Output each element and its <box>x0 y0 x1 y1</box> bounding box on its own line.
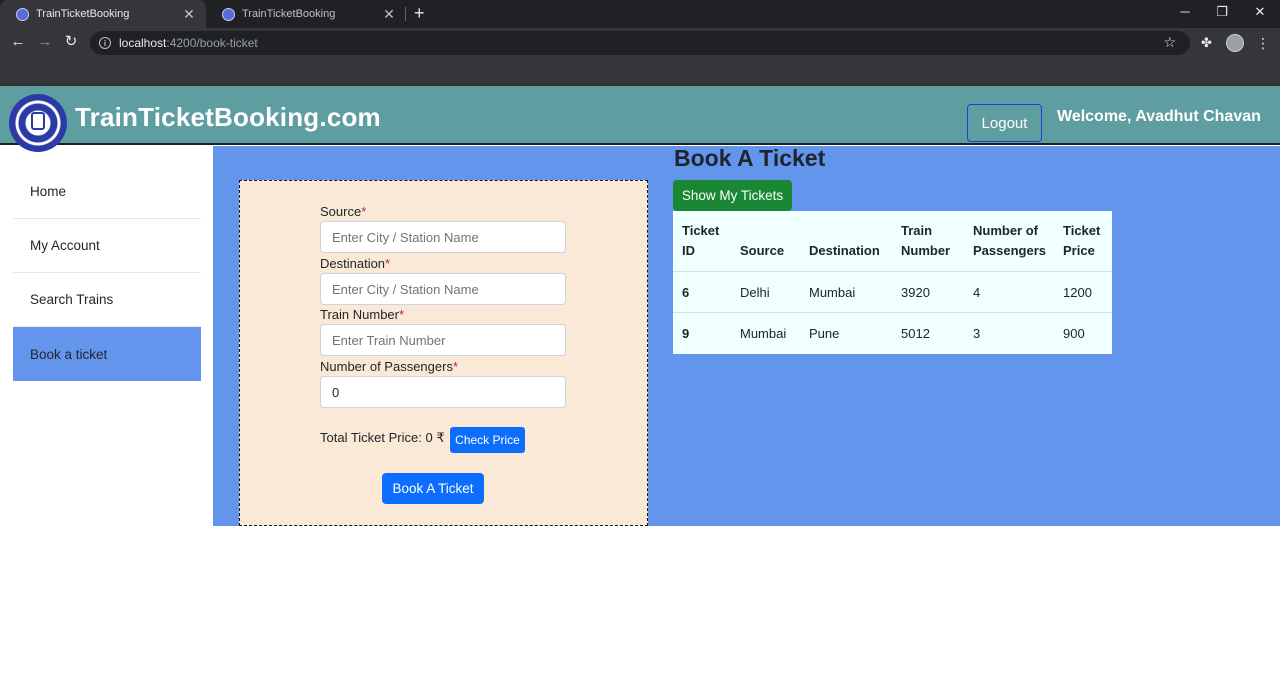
tab-close-icon[interactable]: ✕ <box>382 6 396 23</box>
sidebar-item-search-trains[interactable]: Search Trains <box>13 273 201 327</box>
cell-passengers: 4 <box>964 271 1054 313</box>
source-input[interactable] <box>320 221 566 253</box>
cell-train-number: 5012 <box>901 325 930 341</box>
window-close-icon[interactable]: ✕ <box>1250 4 1270 20</box>
url-host: localhost <box>119 36 167 50</box>
passengers-label: Number of Passengers* <box>320 359 459 374</box>
col-header-destination: Destination <box>800 211 892 272</box>
back-arrow-icon[interactable]: ← <box>9 33 27 51</box>
sidebar-nav: Home My Account Search Trains Book a tic… <box>13 165 201 381</box>
page-title: Book A Ticket <box>674 145 826 171</box>
app-header: TrainTicketBooking.com Logout Welcome, A… <box>0 86 1280 152</box>
logout-button[interactable]: Logout <box>967 104 1042 142</box>
cell-ticket-price: 900 <box>1063 325 1085 341</box>
table-row: 9 Mumbai Pune 5012 3 900 <box>673 313 1112 354</box>
col-header-passengers: Number of Passengers <box>964 211 1054 272</box>
extensions-puzzle-icon[interactable]: ✤ <box>1201 35 1212 51</box>
cell-source: Mumbai <box>740 325 787 341</box>
profile-avatar-icon[interactable] <box>1226 34 1244 52</box>
check-price-button[interactable]: Check Price <box>450 427 525 453</box>
browser-toolbar: ← → ↻ i localhost:4200/book-ticket ☆ ✤ <box>0 28 1280 58</box>
col-header-train-number: Train Number <box>892 211 964 272</box>
site-favicon-icon <box>222 7 235 21</box>
bookmark-bar <box>0 58 1280 86</box>
browser-tab-inactive[interactable]: TrainTicketBooking ✕ <box>206 0 406 28</box>
cell-source: Delhi <box>731 271 800 313</box>
col-header-ticket-id: Ticket ID <box>673 211 731 272</box>
url-path: :4200/book-ticket <box>166 36 258 50</box>
sidebar-item-book-a-ticket[interactable]: Book a ticket <box>13 327 201 381</box>
tab-title: TrainTicketBooking <box>36 8 130 20</box>
cell-ticket-price: 1200 <box>1054 271 1112 313</box>
required-mark: * <box>361 204 367 219</box>
browser-tab-active[interactable]: TrainTicketBooking ✕ <box>0 0 206 28</box>
cell-destination: Pune <box>809 325 840 341</box>
source-label: Source* <box>320 204 367 219</box>
bookmark-star-icon[interactable]: ☆ <box>1163 34 1176 51</box>
address-bar[interactable]: i localhost:4200/book-ticket ☆ <box>90 31 1190 55</box>
table-header-row: Ticket ID Source Destination Train Number … <box>673 211 1112 272</box>
book-ticket-button[interactable]: Book A Ticket <box>382 473 484 504</box>
minimize-icon[interactable]: ─ <box>1175 4 1195 19</box>
train-number-label: Train Number* <box>320 307 405 322</box>
browser-tab-bar: TrainTicketBooking ✕ TrainTicketBooking … <box>0 0 1280 28</box>
cell-passengers: 3 <box>973 325 981 341</box>
required-mark: * <box>385 256 391 271</box>
required-mark: * <box>452 359 459 374</box>
total-price-text: Total Ticket Price: 0 ₹ <box>320 430 445 445</box>
destination-label: Destination* <box>320 256 391 271</box>
welcome-text: Welcome, Avadhut Chavan <box>1057 108 1261 125</box>
sidebar-item-my-account[interactable]: My Account <box>13 219 201 273</box>
new-tab-icon[interactable]: + <box>414 4 425 22</box>
tab-separator <box>405 7 406 21</box>
col-header-ticket-price: Ticket Price <box>1054 211 1112 272</box>
cell-train-number: 3920 <box>892 271 964 313</box>
reload-icon[interactable]: ↻ <box>62 33 80 51</box>
site-favicon-icon <box>16 7 29 21</box>
destination-input[interactable] <box>320 273 566 305</box>
brand-title[interactable]: TrainTicketBooking.com <box>75 102 381 133</box>
passengers-input[interactable] <box>320 376 566 408</box>
required-mark: * <box>398 307 405 322</box>
tab-close-icon[interactable]: ✕ <box>182 6 196 23</box>
sidebar-item-home[interactable]: Home <box>13 165 201 219</box>
table-row: 6 Delhi Mumbai 3920 4 1200 <box>673 271 1112 313</box>
indian-railways-logo-icon <box>9 94 67 152</box>
show-my-tickets-button[interactable]: Show My Tickets <box>673 180 792 211</box>
tickets-table: Ticket ID Source Destination Train Number … <box>673 211 1112 354</box>
site-info-icon[interactable]: i <box>99 37 111 49</box>
col-header-source: Source <box>731 211 800 272</box>
tab-title: TrainTicketBooking <box>242 8 336 20</box>
cell-ticket-id: 6 <box>673 271 731 313</box>
browser-menu-icon[interactable]: ⋮ <box>1256 34 1270 52</box>
maximize-icon[interactable]: ❐ <box>1212 4 1232 20</box>
cell-destination: Mumbai <box>800 271 892 313</box>
cell-ticket-id: 9 <box>682 325 690 341</box>
train-number-input[interactable] <box>320 324 566 356</box>
forward-arrow-icon[interactable]: → <box>36 33 54 51</box>
